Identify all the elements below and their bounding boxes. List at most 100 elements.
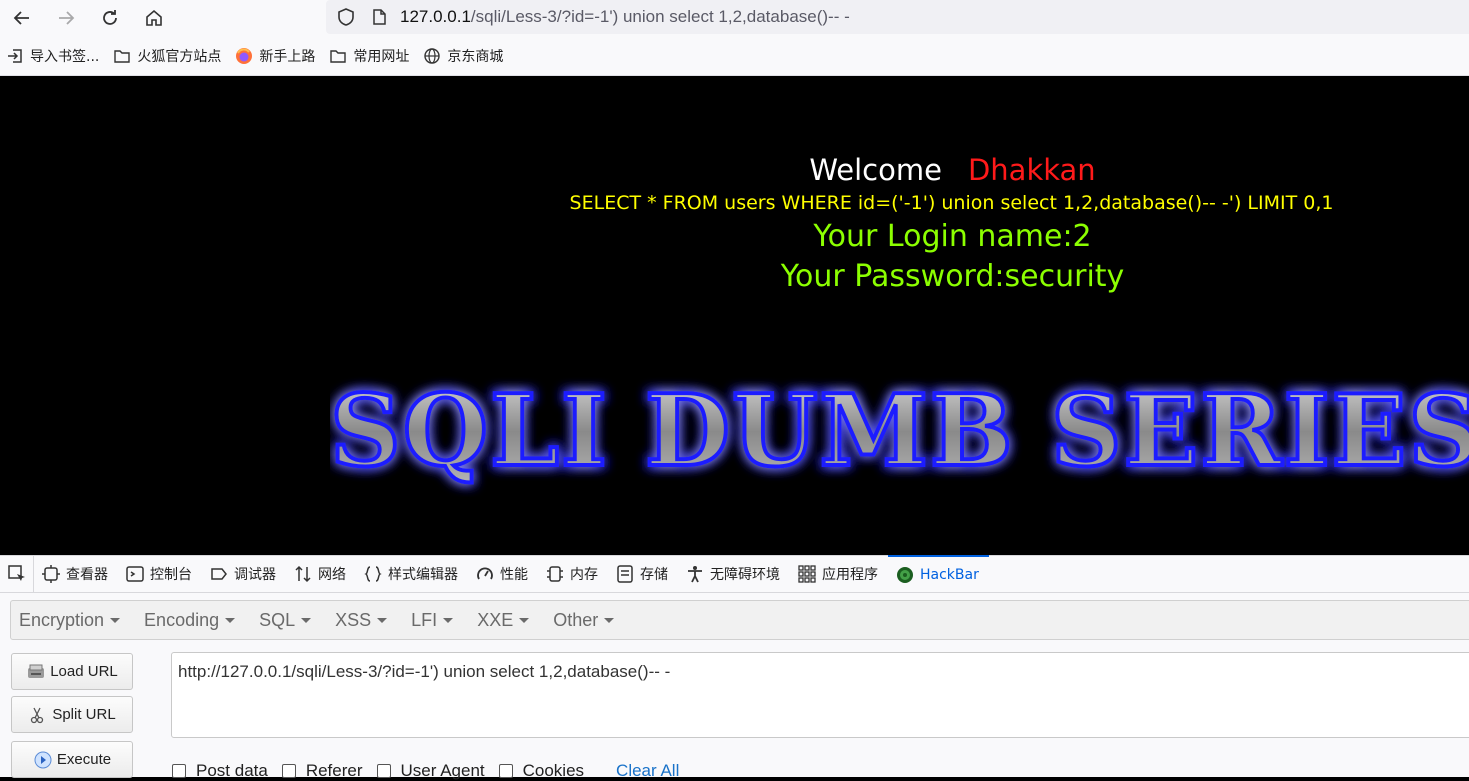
bookmark-import[interactable]: 导入书签...	[6, 46, 99, 66]
back-button[interactable]	[0, 2, 44, 34]
load-url-icon	[28, 664, 45, 678]
browser-toolbar: 127.0.0.1/sqli/Less-3/?id=-1') union sel…	[0, 0, 1469, 36]
clear-all-link[interactable]: Clear All	[616, 761, 679, 781]
bookmark-label: 新手上路	[259, 48, 316, 65]
tab-storage[interactable]: 存储	[608, 555, 678, 593]
option-label: User Agent	[400, 761, 485, 780]
performance-icon	[477, 567, 493, 580]
tab-label: 存储	[640, 567, 668, 583]
tab-console[interactable]: 控制台	[118, 555, 202, 593]
firefox-icon	[236, 47, 253, 64]
tab-network[interactable]: 网络	[286, 555, 356, 593]
tab-accessibility[interactable]: 无障碍环境	[678, 555, 790, 593]
arrow-left-icon	[13, 11, 29, 25]
option-cookies[interactable]: Cookies	[498, 761, 584, 781]
menu-xss[interactable]: XSS	[335, 609, 388, 631]
checkbox[interactable]	[498, 764, 513, 778]
user-name: Dhakkan	[967, 153, 1096, 187]
tab-performance[interactable]: 性能	[468, 555, 538, 593]
checkbox[interactable]	[376, 764, 391, 778]
option-label: Referer	[305, 761, 363, 780]
menu-lfi[interactable]: LFI	[411, 610, 454, 631]
option-post-data[interactable]: Post data	[172, 761, 268, 781]
forward-button[interactable]	[44, 2, 88, 34]
caret-down-icon	[110, 617, 121, 623]
load-url-button[interactable]: Load URL	[11, 653, 133, 690]
home-button[interactable]	[132, 2, 176, 34]
option-user-agent[interactable]: User Agent	[376, 761, 485, 781]
url-text[interactable]: 127.0.0.1/sqli/Less-3/?id=-1') union sel…	[400, 7, 850, 27]
tab-debugger[interactable]: 调试器	[202, 555, 286, 593]
folder-icon	[114, 49, 131, 63]
storage-icon	[617, 565, 633, 583]
hackbar-panel: Encryption Encoding SQL XSS LFI XXE Othe…	[0, 593, 1469, 780]
bookmark-label: 京东商城	[447, 48, 504, 65]
accessibility-icon	[688, 566, 702, 583]
tab-label: 无障碍环境	[710, 567, 780, 583]
tab-application[interactable]: 应用程序	[790, 555, 888, 593]
checkbox[interactable]	[281, 764, 296, 778]
caret-down-icon	[519, 617, 530, 623]
split-url-label: Split URL	[52, 706, 116, 723]
split-url-button[interactable]: Split URL	[11, 696, 133, 733]
style-editor-icon	[364, 566, 382, 582]
caret-down-icon	[225, 617, 236, 623]
caret-down-icon	[301, 617, 312, 623]
tab-inspector[interactable]: 查看器	[34, 555, 118, 593]
debugger-icon	[211, 568, 227, 580]
welcome-line: Welcome Dhakkan	[0, 153, 1469, 187]
tab-label: HackBar	[920, 567, 979, 583]
login-name-text: Your Login name:2	[813, 219, 1092, 254]
play-icon	[34, 751, 52, 768]
menu-label: XSS	[335, 609, 372, 630]
page-icon[interactable]	[370, 8, 388, 26]
console-icon	[126, 566, 144, 582]
menu-encoding[interactable]: Encoding	[144, 609, 236, 631]
bookmark-label: 火狐官方站点	[137, 48, 222, 65]
reload-button[interactable]	[88, 2, 132, 34]
menu-encryption[interactable]: Encryption	[19, 609, 121, 631]
tab-label: 内存	[570, 567, 598, 583]
bookmark-label: 导入书签...	[30, 48, 100, 65]
home-icon	[146, 9, 162, 26]
tab-hackbar[interactable]: HackBar	[888, 555, 989, 593]
menu-sql[interactable]: SQL	[259, 609, 312, 631]
bookmark-getting-started[interactable]: 新手上路	[235, 46, 315, 66]
menu-label: Encryption	[19, 609, 105, 630]
picker-icon	[7, 565, 25, 581]
hackbar-url-input[interactable]: http://127.0.0.1/sqli/Less-3/?id=-1') un…	[171, 652, 1469, 738]
bookmark-jd[interactable]: 京东商城	[423, 46, 503, 66]
execute-label: Execute	[56, 751, 112, 768]
load-url-label: Load URL	[50, 663, 118, 680]
folder-icon	[330, 49, 347, 63]
caret-down-icon	[443, 617, 454, 623]
menu-other[interactable]: Other	[553, 609, 615, 631]
tab-style-editor[interactable]: 样式编辑器	[356, 555, 468, 593]
tab-label: 性能	[500, 567, 528, 583]
execute-button[interactable]: Execute	[11, 741, 133, 778]
shield-icon[interactable]	[336, 7, 356, 27]
menu-xxe[interactable]: XXE	[477, 610, 530, 631]
bookmark-common-sites[interactable]: 常用网址	[329, 46, 409, 66]
globe-icon	[424, 47, 441, 64]
tab-label: 网络	[318, 567, 346, 583]
menu-label: Encoding	[144, 609, 220, 630]
option-referer[interactable]: Referer	[281, 761, 363, 781]
arrow-right-icon	[59, 11, 75, 25]
bookmark-firefox-site[interactable]: 火狐官方站点	[113, 46, 221, 66]
menu-label: Other	[553, 609, 599, 630]
url-bar[interactable]: 127.0.0.1/sqli/Less-3/?id=-1') union sel…	[326, 0, 1469, 34]
page-content: Welcome Dhakkan SELECT * FROM users WHERE…	[0, 77, 1469, 555]
bookmark-label: 常用网址	[353, 48, 410, 65]
password-text: Your Password:security	[780, 259, 1125, 294]
element-picker-button[interactable]	[0, 555, 34, 593]
application-icon	[798, 565, 816, 583]
reload-icon	[103, 10, 117, 25]
tab-memory[interactable]: 内存	[538, 555, 608, 593]
menu-label: SQL	[259, 609, 296, 630]
tab-label: 应用程序	[822, 567, 878, 583]
url-path: /sqli/Less-3/?id=-1') union select 1,2,d…	[470, 7, 850, 26]
hackbar-menubar: Encryption Encoding SQL XSS LFI XXE Othe…	[10, 600, 1469, 640]
checkbox[interactable]	[172, 764, 186, 778]
network-icon	[295, 565, 311, 583]
